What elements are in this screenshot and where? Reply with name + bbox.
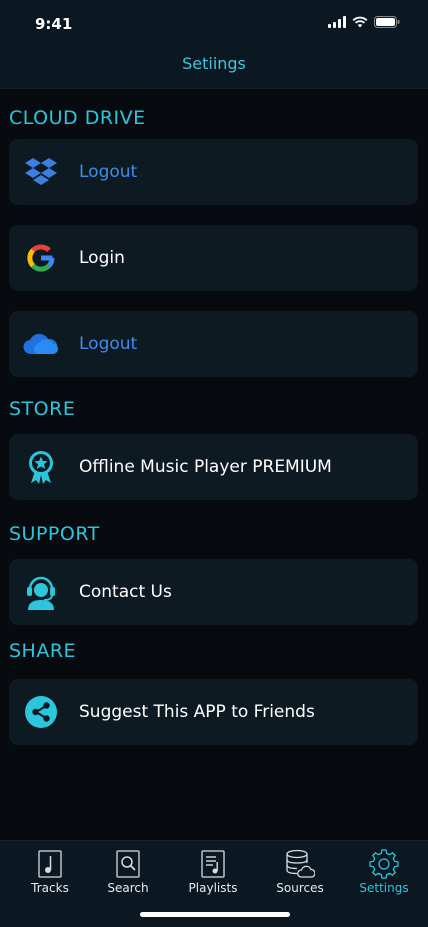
google-row[interactable]: Login <box>9 225 418 291</box>
search-icon <box>88 847 168 881</box>
google-login-label: Login <box>79 248 125 268</box>
database-cloud-icon <box>260 847 340 881</box>
status-time: 9:41 <box>35 15 73 33</box>
gear-icon <box>344 847 424 881</box>
tab-settings[interactable]: Settings <box>344 847 424 895</box>
page-title: Setiings <box>182 54 246 73</box>
section-title-share: SHARE <box>9 640 77 662</box>
tab-label: Settings <box>359 881 409 895</box>
playlist-icon <box>173 847 253 881</box>
tab-label: Search <box>107 881 149 895</box>
section-title-support: SUPPORT <box>9 523 100 545</box>
tab-tracks[interactable]: Tracks <box>10 847 90 895</box>
onedrive-logout-label: Logout <box>79 334 138 354</box>
nav-bar: Setiings <box>0 46 428 89</box>
battery-icon <box>374 16 400 28</box>
premium-badge-icon <box>23 449 59 485</box>
home-indicator <box>140 912 290 917</box>
section-title-store: STORE <box>9 398 76 420</box>
premium-label: Offline Music Player PREMIUM <box>79 457 332 477</box>
tab-label: Tracks <box>31 881 69 895</box>
support-agent-icon <box>23 574 59 610</box>
tab-sources[interactable]: Sources <box>260 847 340 895</box>
onedrive-icon <box>23 326 59 362</box>
onedrive-row[interactable]: Logout <box>9 311 418 377</box>
suggest-app-label: Suggest This APP to Friends <box>79 702 315 722</box>
share-icon <box>23 694 59 730</box>
section-title-cloud-drive: CLOUD DRIVE <box>9 107 146 129</box>
dropbox-row[interactable]: Logout <box>9 139 418 205</box>
premium-row[interactable]: Offline Music Player PREMIUM <box>9 434 418 500</box>
signal-icon <box>328 16 346 28</box>
share-row[interactable]: Suggest This APP to Friends <box>9 679 418 745</box>
contact-us-label: Contact Us <box>79 582 172 602</box>
status-bar: 9:41 <box>0 0 428 46</box>
tab-label: Sources <box>276 881 324 895</box>
tab-search[interactable]: Search <box>88 847 168 895</box>
status-icons <box>328 16 400 28</box>
tab-playlists[interactable]: Playlists <box>173 847 253 895</box>
wifi-icon <box>352 16 368 28</box>
dropbox-logout-label: Logout <box>79 162 138 182</box>
contact-row[interactable]: Contact Us <box>9 559 418 625</box>
tab-label: Playlists <box>188 881 238 895</box>
google-icon <box>23 240 59 276</box>
music-note-icon <box>10 847 90 881</box>
dropbox-icon <box>23 154 59 190</box>
